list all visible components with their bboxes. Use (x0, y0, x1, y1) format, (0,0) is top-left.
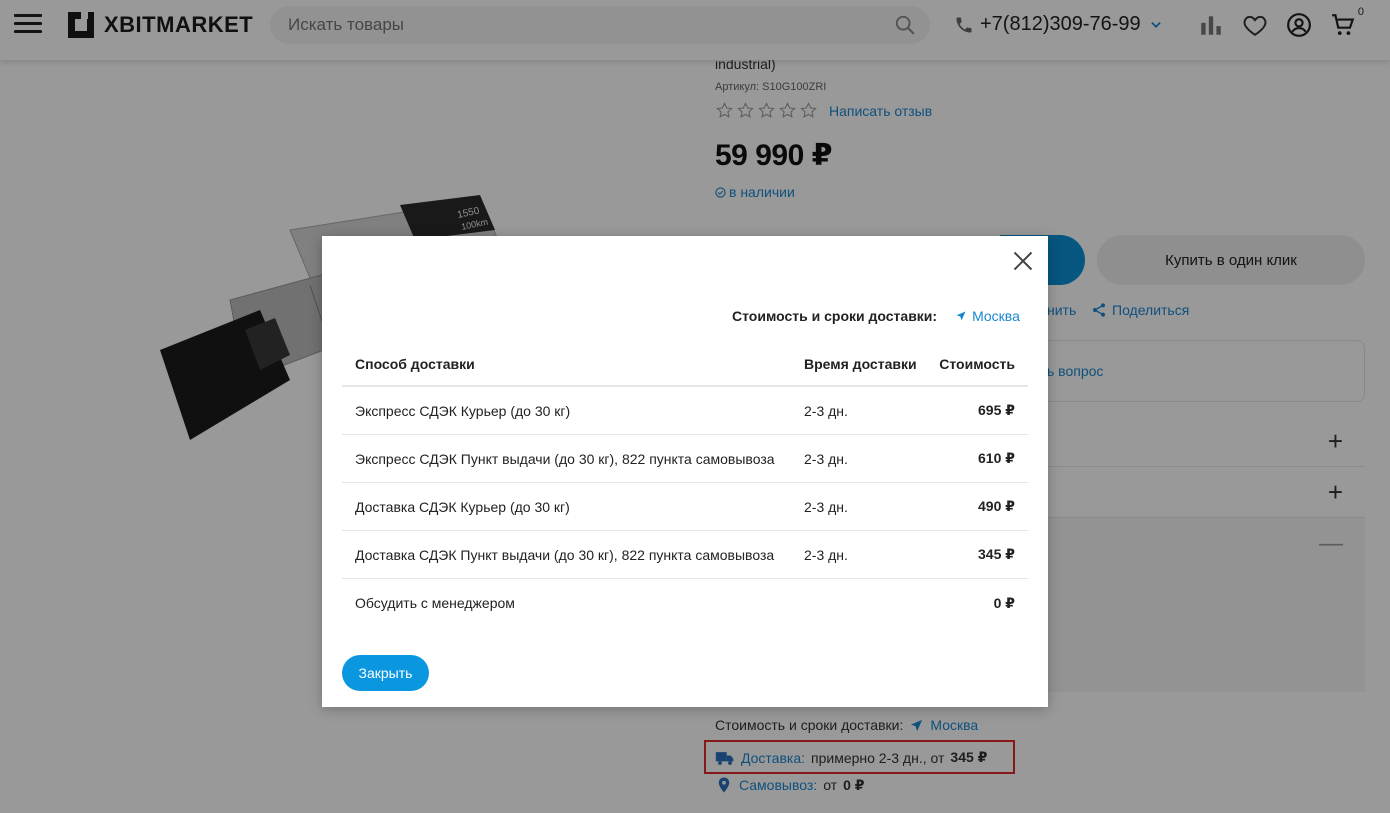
delivery-method: Обсудить с менеджером (355, 595, 515, 611)
delivery-method: Экспресс СДЭК Курьер (до 30 кг) (355, 402, 571, 419)
delivery-cost: 695 ₽ (978, 402, 1015, 418)
delivery-cost: 345 ₽ (978, 546, 1015, 562)
delivery-method: Доставка СДЭК Курьер (до 30 кг) (355, 498, 570, 515)
table-header-row: Способ доставки Время доставки Стоимость (342, 342, 1028, 387)
modal-city-link[interactable]: Москва (955, 308, 1020, 324)
delivery-cost: 610 ₽ (978, 450, 1015, 466)
delivery-cost: 490 ₽ (978, 498, 1015, 514)
table-row: Экспресс СДЭК Пункт выдачи (до 30 кг), 8… (342, 435, 1028, 483)
location-arrow-icon (956, 311, 966, 321)
column-header-method: Способ доставки (355, 355, 475, 372)
delivery-modal: Стоимость и сроки доставки: Москва Спосо… (322, 236, 1048, 707)
modal-city-name: Москва (972, 308, 1020, 324)
column-header-time: Время доставки (804, 355, 917, 372)
table-row: Экспресс СДЭК Курьер (до 30 кг) 2-3 дн. … (342, 387, 1028, 435)
delivery-cost: 0 ₽ (993, 594, 1015, 611)
modal-header: Стоимость и сроки доставки: Москва (732, 308, 1020, 324)
delivery-time: 2-3 дн. (804, 546, 848, 563)
modal-title: Стоимость и сроки доставки: (732, 308, 938, 324)
close-button[interactable]: Закрыть (342, 655, 429, 691)
delivery-time: 2-3 дн. (804, 498, 848, 515)
delivery-method: Доставка СДЭК Пункт выдачи (до 30 кг), 8… (355, 546, 775, 563)
delivery-table: Способ доставки Время доставки Стоимость… (342, 342, 1028, 627)
column-header-cost: Стоимость (939, 355, 1015, 372)
table-row: Доставка СДЭК Курьер (до 30 кг) 2-3 дн. … (342, 483, 1028, 531)
delivery-method: Экспресс СДЭК Пункт выдачи (до 30 кг), 8… (355, 450, 775, 467)
table-row: Обсудить с менеджером 0 ₽ (342, 579, 1028, 627)
table-row: Доставка СДЭК Пункт выдачи (до 30 кг), 8… (342, 531, 1028, 579)
delivery-time: 2-3 дн. (804, 450, 848, 467)
delivery-time: 2-3 дн. (804, 402, 848, 419)
close-icon[interactable] (1012, 250, 1034, 272)
